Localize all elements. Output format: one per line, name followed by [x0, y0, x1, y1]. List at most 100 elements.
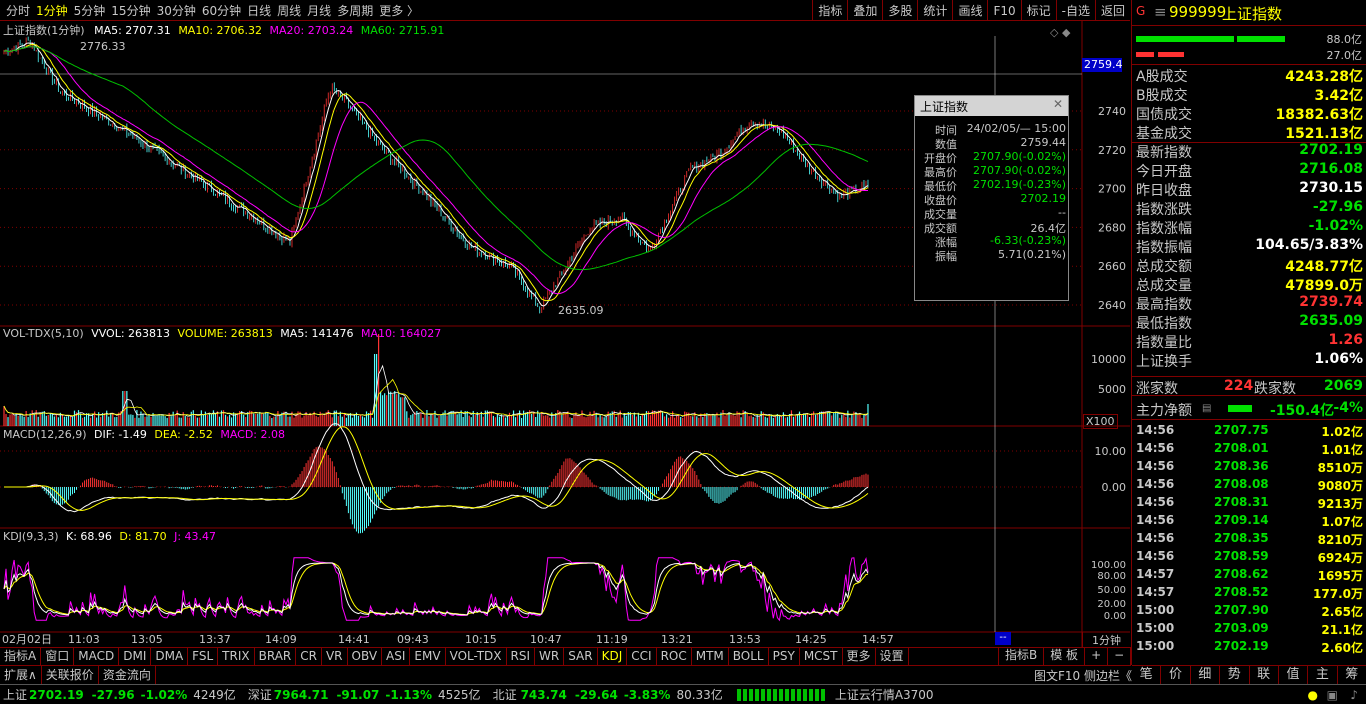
sub-tab[interactable]: 关联报价: [42, 666, 99, 684]
indicator-tab[interactable]: MACD: [74, 648, 120, 665]
ma10-line: [3, 43, 869, 302]
indicator-tab[interactable]: BRAR: [255, 648, 297, 665]
bell-icon[interactable]: ♪: [1350, 688, 1358, 702]
vol-legend: VOL-TDX(5,10) VVOL: 263813 VOLUME: 26381…: [3, 327, 441, 340]
quote-tab[interactable]: 笔: [1132, 666, 1162, 684]
quote-tab[interactable]: 值: [1279, 666, 1309, 684]
quote-tab[interactable]: 价: [1161, 666, 1191, 684]
indicator-tab[interactable]: DMA: [151, 648, 189, 665]
period-tab[interactable]: 周线: [277, 2, 301, 19]
diamond-icon[interactable]: ◇ ◆: [1050, 26, 1070, 39]
time-label: 10:47: [530, 633, 562, 646]
indicator-tab[interactable]: RSI: [507, 648, 536, 665]
trade-price: 2708.36: [1214, 459, 1269, 473]
trade-row: 15:00 2707.90 2.65亿: [1132, 603, 1366, 621]
time-label: 09:43: [397, 633, 429, 646]
indicator-tab[interactable]: BOLL: [729, 648, 769, 665]
ma5-label: MA5: 2707.31: [94, 24, 171, 37]
monitor-icon[interactable]: ▣: [1327, 688, 1338, 702]
indicator-tab[interactable]: TRIX: [218, 648, 255, 665]
macd-title: MACD(12,26,9): [3, 428, 87, 441]
light-icon[interactable]: ●: [1308, 688, 1318, 702]
time-label: 11:19: [596, 633, 628, 646]
d-line: [3, 562, 869, 616]
tool-button[interactable]: F10: [987, 0, 1020, 21]
indicator-tab[interactable]: 更多: [843, 648, 876, 665]
trade-row: 14:57 2708.52 177.0万: [1132, 585, 1366, 603]
quote-tab[interactable]: 联: [1250, 666, 1279, 684]
indicator-tab[interactable]: KDJ: [598, 648, 628, 665]
tool-button[interactable]: 指标: [812, 0, 847, 21]
trade-price: 2708.52: [1214, 585, 1269, 599]
indicator-tab[interactable]: OBV: [348, 648, 383, 665]
d-label: D: 81.70: [119, 530, 167, 543]
period-tab[interactable]: 分时: [6, 2, 30, 19]
indicator-right-tab[interactable]: 模 板: [1044, 647, 1086, 665]
indicator-tab[interactable]: VR: [322, 648, 348, 665]
main-flow-row: 主力净额 ▤ -150.4亿 -4%: [1132, 398, 1366, 420]
bz-value: 743.74: [520, 687, 567, 702]
period-tab[interactable]: 15分钟: [111, 2, 150, 19]
indicator-tab[interactable]: DMI: [119, 648, 152, 665]
indicator-tab[interactable]: CCI: [627, 648, 657, 665]
indicator-tab[interactable]: FSL: [188, 648, 219, 665]
period-tab[interactable]: 5分钟: [74, 2, 106, 19]
tool-button[interactable]: 返回: [1094, 0, 1130, 21]
stat-label: 基金成交: [1136, 126, 1192, 142]
tool-button[interactable]: 统计: [917, 0, 952, 21]
stat-row: 指数涨跌 -27.96: [1132, 199, 1366, 218]
indicator-right-tab[interactable]: +: [1085, 647, 1109, 665]
tool-button[interactable]: 多股: [882, 0, 917, 21]
trade-volume: 2.65亿: [1321, 605, 1363, 619]
indicator-tab[interactable]: SAR: [564, 648, 598, 665]
period-tab[interactable]: 更多 〉: [379, 2, 419, 19]
stat-label: 指数涨幅: [1136, 221, 1192, 237]
stat-value: -27.96: [1312, 199, 1363, 215]
indicator-tab[interactable]: WR: [535, 648, 565, 665]
period-label[interactable]: 1分钟: [1082, 632, 1130, 647]
stock-name: 上证指数: [1222, 5, 1283, 23]
period-tab[interactable]: 日线: [247, 2, 271, 19]
indicator-tab[interactable]: 指标A: [0, 648, 42, 665]
indicator-tab[interactable]: PSY: [769, 648, 800, 665]
quote-tab[interactable]: 势: [1220, 666, 1250, 684]
indicator-tab[interactable]: 窗口: [41, 648, 75, 665]
menu-icon[interactable]: ≡: [1154, 3, 1167, 21]
indicator-right-tab[interactable]: −: [1108, 647, 1132, 665]
quote-tab[interactable]: 筹: [1338, 666, 1366, 684]
indicator-tab[interactable]: MCST: [800, 648, 843, 665]
tool-button[interactable]: -自选: [1055, 0, 1095, 21]
stat-row: 基金成交 1521.13亿: [1132, 123, 1366, 143]
trade-time: 14:56: [1136, 531, 1175, 545]
close-icon[interactable]: ✕: [1053, 97, 1063, 111]
quote-tab[interactable]: 细: [1191, 666, 1221, 684]
indicator-tab[interactable]: ROC: [657, 648, 692, 665]
period-tab[interactable]: 月线: [307, 2, 331, 19]
trade-volume: 2.60亿: [1321, 641, 1363, 655]
period-tab[interactable]: 30分钟: [157, 2, 196, 19]
indicator-tab[interactable]: VOL-TDX: [446, 648, 507, 665]
indicator-tab[interactable]: ASI: [382, 648, 411, 665]
popup-row: 成交额 26.4亿: [915, 220, 1070, 235]
ma60-label: MA60: 2715.91: [360, 24, 445, 37]
period-tab[interactable]: 多周期: [337, 2, 373, 19]
list-icon[interactable]: ▤: [1202, 403, 1211, 414]
indicator-tab[interactable]: MTM: [692, 648, 729, 665]
quote-tab[interactable]: 主: [1308, 666, 1338, 684]
indicator-tab[interactable]: 设置: [876, 648, 909, 665]
sell-bar: [1136, 52, 1154, 57]
sub-tab[interactable]: 资金流向: [99, 666, 156, 684]
tool-button[interactable]: 标记: [1020, 0, 1056, 21]
period-tab[interactable]: 1分钟: [36, 2, 68, 19]
tool-button[interactable]: 叠加: [847, 0, 882, 21]
trade-time: 14:56: [1136, 423, 1175, 437]
tool-button[interactable]: 画线: [952, 0, 987, 21]
indicator-tab[interactable]: CR: [296, 648, 322, 665]
main-flow-value: -150.4亿: [1270, 403, 1335, 419]
period-tab[interactable]: 60分钟: [202, 2, 241, 19]
indicator-right-tab[interactable]: 指标B: [999, 647, 1045, 665]
indicator-tab[interactable]: EMV: [410, 648, 446, 665]
sub-tab[interactable]: 扩展∧: [0, 666, 42, 684]
side-tabs[interactable]: 图文F10 侧边栏《: [1034, 667, 1132, 684]
stat-label: 最低指数: [1136, 316, 1192, 332]
